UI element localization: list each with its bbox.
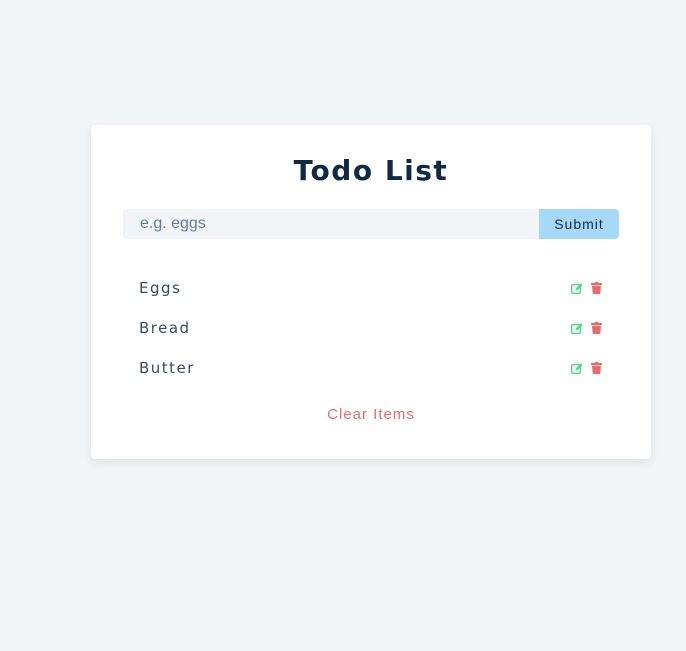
clear-items-button[interactable]: Clear Items bbox=[91, 405, 651, 425]
list-item-label: Eggs bbox=[139, 279, 182, 297]
list-item: Eggs bbox=[139, 268, 603, 308]
item-actions bbox=[570, 322, 603, 335]
edit-icon[interactable] bbox=[570, 282, 583, 295]
trash-icon[interactable] bbox=[590, 322, 603, 335]
todo-input[interactable] bbox=[123, 209, 539, 239]
submit-button[interactable]: Submit bbox=[539, 209, 619, 239]
item-actions bbox=[570, 362, 603, 375]
edit-icon[interactable] bbox=[570, 322, 583, 335]
page-title: Todo List bbox=[293, 154, 449, 187]
item-actions bbox=[570, 282, 603, 295]
edit-icon[interactable] bbox=[570, 362, 583, 375]
list-item-label: Butter bbox=[139, 359, 195, 377]
todo-form: Submit bbox=[123, 209, 619, 239]
trash-icon[interactable] bbox=[590, 282, 603, 295]
list-item: Butter bbox=[139, 348, 603, 388]
list-item: Bread bbox=[139, 308, 603, 348]
todo-list: Eggs Bread Butter bbox=[139, 268, 603, 388]
trash-icon[interactable] bbox=[590, 362, 603, 375]
todo-card: Todo List Submit Eggs bbox=[91, 125, 651, 459]
list-item-label: Bread bbox=[139, 319, 191, 337]
